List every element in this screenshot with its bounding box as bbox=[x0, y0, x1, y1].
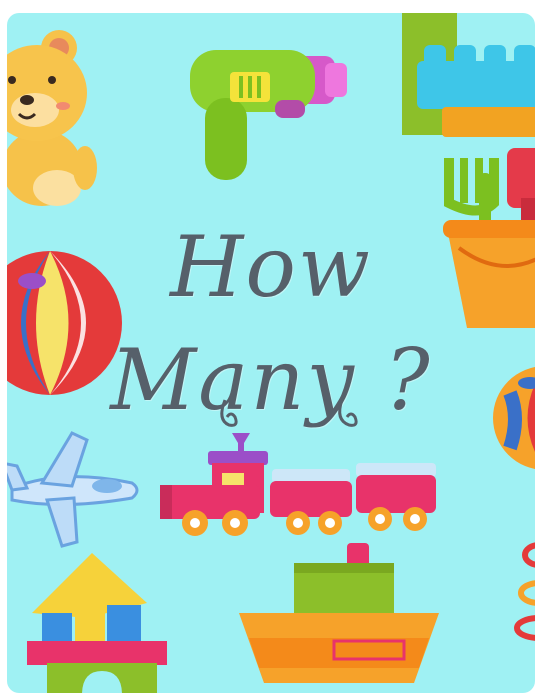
block-house-icon bbox=[27, 553, 167, 693]
worksheet-card: How Many ? bbox=[7, 13, 535, 693]
title-line-how: How bbox=[170, 218, 372, 316]
toy-train-icon bbox=[160, 433, 436, 536]
building-blocks-icon bbox=[402, 13, 535, 137]
ring-stacker-icon bbox=[514, 542, 535, 641]
toy-airplane-icon bbox=[7, 431, 139, 548]
toy-boat-icon bbox=[239, 543, 439, 683]
decorative-swirls bbox=[220, 399, 358, 427]
toy-gun-icon bbox=[190, 50, 347, 180]
teddy-bear-icon bbox=[7, 30, 97, 206]
